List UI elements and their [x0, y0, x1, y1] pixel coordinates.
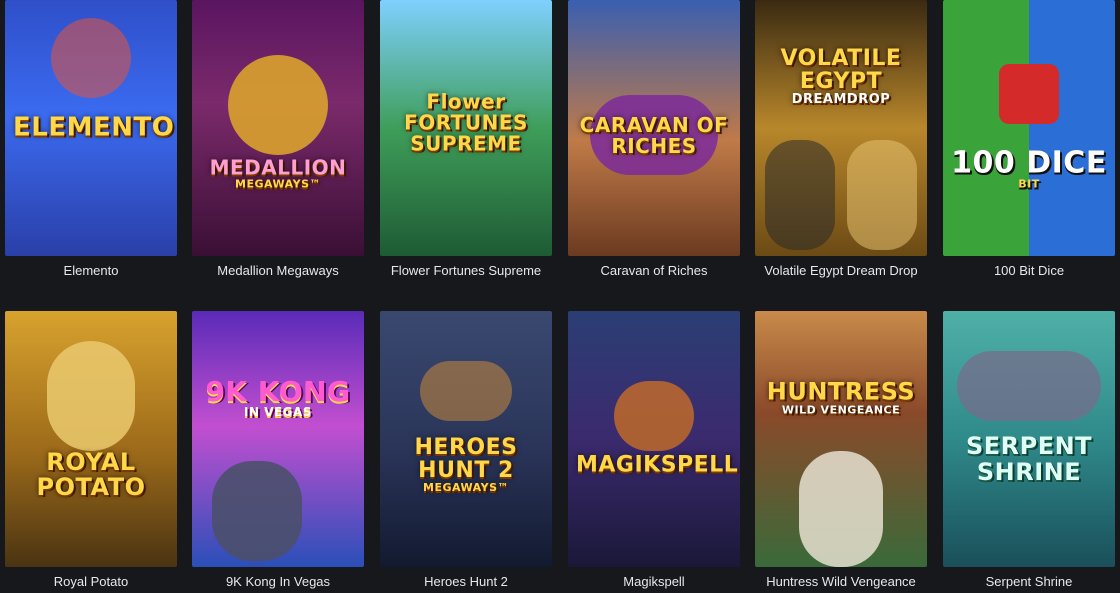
game-logo-subtitle: WILD VENGEANCE: [781, 403, 901, 417]
game-logo: ELEMENTO: [13, 112, 175, 143]
game-logo-text: 9K KONG: [205, 375, 351, 409]
game-thumbnail[interactable]: MEDALLION MEGAWAYS™: [192, 0, 364, 256]
game-logo: 100 DICE BIT: [951, 147, 1107, 190]
game-thumbnail[interactable]: Flower FORTUNES SUPREME: [380, 0, 552, 256]
game-thumbnail[interactable]: VOLATILE EGYPT DREAMDROP: [755, 0, 927, 256]
game-logo-text: 100 DICE: [951, 145, 1107, 181]
gorilla-illustration: [212, 461, 302, 561]
game-logo: MAGIKSPELL: [576, 452, 739, 478]
game-logo: HUNTRESS WILD VENGEANCE: [763, 377, 919, 417]
game-title[interactable]: 100 Bit Dice: [943, 263, 1115, 278]
game-card-volatile-egypt-dream-drop[interactable]: VOLATILE EGYPT DREAMDROP Volatile Egypt …: [755, 0, 927, 278]
potato-king-illustration: [47, 341, 135, 451]
game-logo-subtitle: DREAMDROP: [791, 92, 891, 108]
game-logo-subtitle: IN VEGAS: [244, 405, 312, 420]
game-card-heroes-hunt-2[interactable]: HEROES HUNT 2 MEGAWAYS™ Heroes Hunt 2: [380, 311, 552, 589]
gargoyle-illustration: [614, 381, 694, 451]
game-logo: HEROES HUNT 2 MEGAWAYS™: [388, 436, 544, 494]
pharaoh-illustration: [765, 140, 835, 250]
game-title[interactable]: Heroes Hunt 2: [380, 574, 552, 589]
huntress-illustration: [799, 451, 883, 567]
game-logo-subtitle: MEGAWAYS™: [235, 177, 321, 191]
medallion-illustration: [228, 55, 328, 155]
game-logo: VOLATILE EGYPT DREAMDROP: [763, 47, 919, 107]
game-card-magikspell[interactable]: MAGIKSPELL Magikspell: [568, 311, 740, 589]
game-thumbnail[interactable]: ELEMENTO: [5, 0, 177, 256]
game-title[interactable]: Elemento: [5, 263, 177, 278]
dice-icon: [999, 64, 1059, 124]
game-logo-subtitle: MEGAWAYS™: [423, 480, 509, 494]
game-thumbnail[interactable]: 100 DICE BIT: [943, 0, 1115, 256]
game-card-flower-fortunes-supreme[interactable]: Flower FORTUNES SUPREME Flower Fortunes …: [380, 0, 552, 278]
game-logo-subtitle: BIT: [1018, 177, 1040, 191]
game-logo-text: VOLATILE EGYPT: [780, 45, 902, 94]
game-title[interactable]: 9K Kong In Vegas: [192, 574, 364, 589]
game-title[interactable]: Caravan of Riches: [568, 263, 740, 278]
game-card-huntress-wild-vengeance[interactable]: HUNTRESS WILD VENGEANCE Huntress Wild Ve…: [755, 311, 927, 589]
game-logo: SERPENT SHRINE: [965, 432, 1093, 486]
game-thumbnail[interactable]: SERPENT SHRINE: [943, 311, 1115, 567]
game-thumbnail[interactable]: HEROES HUNT 2 MEGAWAYS™: [380, 311, 552, 567]
game-thumbnail[interactable]: MAGIKSPELL: [568, 311, 740, 567]
game-logo-text: MEDALLION: [209, 155, 347, 180]
game-title[interactable]: Royal Potato: [5, 574, 177, 589]
game-thumbnail[interactable]: CARAVAN OF RICHES: [568, 0, 740, 256]
game-title[interactable]: Medallion Megaways: [192, 263, 364, 278]
game-logo: CARAVAN OF RICHES: [579, 112, 729, 158]
skulls-illustration: [957, 351, 1101, 421]
game-card-serpent-shrine[interactable]: SERPENT SHRINE Serpent Shrine: [943, 311, 1115, 589]
game-title[interactable]: Serpent Shrine: [943, 574, 1115, 589]
game-logo-text: HUNTRESS: [766, 377, 916, 406]
game-card-100-bit-dice[interactable]: 100 DICE BIT 100 Bit Dice: [943, 0, 1115, 278]
game-thumbnail[interactable]: HUNTRESS WILD VENGEANCE: [755, 311, 927, 567]
game-logo: 9K KONG IN VEGAS: [200, 377, 356, 419]
game-logo: Flower FORTUNES SUPREME: [404, 89, 528, 156]
game-thumbnail[interactable]: ROYAL POTATO: [5, 311, 177, 567]
game-title[interactable]: Magikspell: [568, 574, 740, 589]
game-card-royal-potato[interactable]: ROYAL POTATO Royal Potato: [5, 311, 177, 589]
game-logo: MEDALLION MEGAWAYS™: [200, 155, 356, 191]
game-card-medallion-megaways[interactable]: MEDALLION MEGAWAYS™ Medallion Megaways: [192, 0, 364, 278]
game-title[interactable]: Volatile Egypt Dream Drop: [755, 263, 927, 278]
game-logo-text: HEROES HUNT 2: [414, 434, 518, 483]
game-grid: ELEMENTO Elemento MEDALLION MEGAWAYS™ Me…: [0, 0, 1120, 593]
game-thumbnail[interactable]: 9K KONG IN VEGAS: [192, 311, 364, 567]
game-logo: ROYAL POTATO: [36, 447, 146, 501]
game-card-elemento[interactable]: ELEMENTO Elemento: [5, 0, 177, 278]
falcon-illustration: [847, 140, 917, 250]
game-card-9k-kong-in-vegas[interactable]: 9K KONG IN VEGAS 9K Kong In Vegas: [192, 311, 364, 589]
character-illustration: [51, 18, 131, 98]
game-title[interactable]: Huntress Wild Vengeance: [755, 574, 927, 589]
game-card-caravan-of-riches[interactable]: CARAVAN OF RICHES Caravan of Riches: [568, 0, 740, 278]
heroes-illustration: [420, 361, 512, 421]
game-title[interactable]: Flower Fortunes Supreme: [380, 263, 552, 278]
